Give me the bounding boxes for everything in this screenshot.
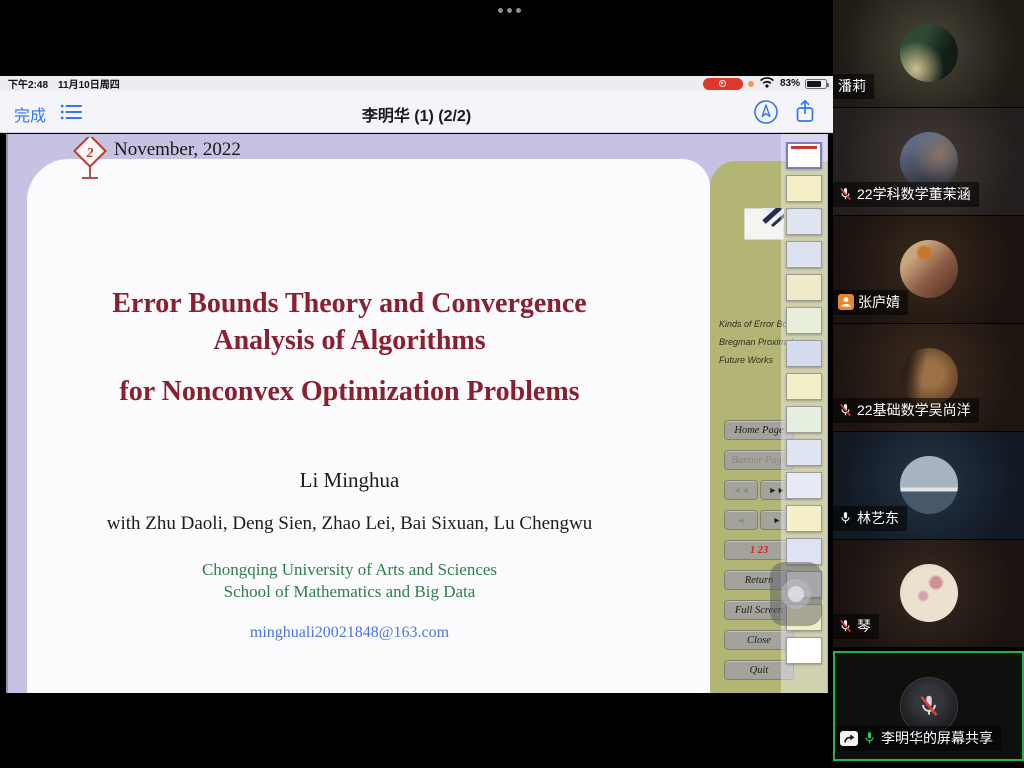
participant-name: 22基础数学吴尚洋 — [857, 400, 971, 420]
status-bar: 下午2:48 11月10日周四 83% — [0, 76, 833, 91]
slide-title-line3: for Nonconvex Optimization Problems — [8, 376, 691, 408]
assistive-touch-button[interactable] — [770, 562, 822, 626]
page-thumbnail[interactable] — [786, 538, 822, 565]
participant-name: 琴 — [857, 616, 871, 636]
mic-in-use-dot — [748, 81, 754, 87]
participant-name: 潘莉 — [838, 76, 866, 96]
participant-avatar — [900, 240, 958, 298]
participant-avatar — [900, 24, 958, 82]
mic-icon — [862, 730, 877, 746]
slide-title: Error Bounds Theory and Convergence Anal… — [8, 286, 691, 360]
participant-tile[interactable]: 22基础数学吴尚洋 — [833, 324, 1024, 431]
page-thumbnail[interactable] — [786, 373, 822, 400]
slide-author: Li Minghua — [8, 468, 691, 493]
battery-percent: 83% — [780, 78, 800, 89]
page-thumbnail[interactable] — [786, 472, 822, 499]
page-thumbnail[interactable] — [786, 505, 822, 532]
shared-screen-region: 下午2:48 11月10日周四 83% 完成 李明华 (1) (2/2) — [0, 76, 833, 693]
muted-mic-avatar-icon — [916, 693, 942, 719]
participant-tile[interactable]: 潘莉 — [833, 0, 1024, 107]
participant-namebar: 林艺东 — [833, 506, 907, 531]
participant-name: 林艺东 — [857, 508, 899, 528]
fast-prev-button[interactable]: ◄◄ — [724, 480, 758, 500]
page-thumbnail[interactable] — [786, 637, 822, 664]
more-indicator[interactable] — [498, 8, 521, 13]
battery-icon — [805, 79, 827, 89]
participant-name: 22学科数学董茉涵 — [857, 184, 971, 204]
page-thumbnail[interactable] — [786, 274, 822, 301]
participant-namebar: 李明华的屏幕共享 — [835, 726, 1001, 751]
envelope-graphic — [744, 208, 784, 245]
screenshare-icon — [840, 731, 858, 746]
page-thumbnail[interactable] — [786, 406, 822, 433]
slide-affiliation: Chongqing University of Arts and Science… — [8, 559, 691, 604]
participant-namebar: 张庐婧 — [833, 290, 908, 315]
participant-name: 张庐婧 — [858, 292, 900, 312]
participant-namebar: 22基础数学吴尚洋 — [833, 398, 979, 423]
page-thumbnail[interactable] — [786, 142, 822, 169]
slide-email-link[interactable]: minghuali20021848@163.com — [8, 624, 691, 642]
page-thumbnail[interactable] — [786, 175, 822, 202]
page-thumbnail[interactable] — [786, 439, 822, 466]
pdf-view: 2 November, 2022 Error Bounds Theory and… — [0, 134, 833, 693]
status-date: 11月10日周四 — [58, 76, 120, 91]
participant-namebar: 潘莉 — [833, 74, 874, 99]
slide-page: 2 November, 2022 Error Bounds Theory and… — [6, 134, 828, 693]
participant-tile[interactable]: 张庐婧 — [833, 216, 1024, 323]
pdf-toolbar: 完成 李明华 (1) (2/2) — [0, 91, 833, 133]
participant-name: 李明华的屏幕共享 — [881, 728, 993, 748]
participant-tile[interactable]: 22学科数学董茉涵 — [833, 108, 1024, 215]
prev-button[interactable]: ◄ — [724, 510, 758, 530]
participant-namebar: 22学科数学董茉涵 — [833, 182, 979, 207]
member-icon — [838, 294, 854, 310]
screen-recording-indicator[interactable] — [703, 78, 743, 90]
page-thumbnail[interactable] — [786, 307, 822, 334]
mic-icon — [838, 510, 853, 526]
page-thumbnail[interactable] — [786, 340, 822, 367]
participant-tile[interactable]: 琴 — [833, 540, 1024, 647]
share-icon[interactable] — [793, 98, 817, 130]
slide-coauthors: with Zhu Daoli, Deng Sien, Zhao Lei, Bai… — [8, 513, 691, 535]
participant-tile[interactable]: 李明华的屏幕共享 — [833, 651, 1024, 761]
document-title: 李明华 (1) (2/2) — [0, 102, 833, 126]
participant-sidebar: 潘莉 22学 — [833, 0, 1024, 768]
page-thumbnail[interactable] — [786, 208, 822, 235]
wifi-icon — [759, 76, 775, 91]
mic-muted-icon — [838, 402, 853, 418]
conference-screen: 下午2:48 11月10日周四 83% 完成 李明华 (1) (2/2) — [0, 0, 1024, 768]
participant-avatar — [900, 456, 958, 514]
participant-avatar — [900, 564, 958, 622]
page-thumbnail[interactable] — [786, 241, 822, 268]
participant-tile[interactable]: 林艺东 — [833, 432, 1024, 539]
mic-muted-icon — [838, 618, 853, 634]
mic-muted-icon — [838, 186, 853, 202]
annotate-pen-icon[interactable] — [753, 99, 779, 130]
participant-namebar: 琴 — [833, 614, 879, 639]
status-time: 下午2:48 — [8, 76, 48, 91]
